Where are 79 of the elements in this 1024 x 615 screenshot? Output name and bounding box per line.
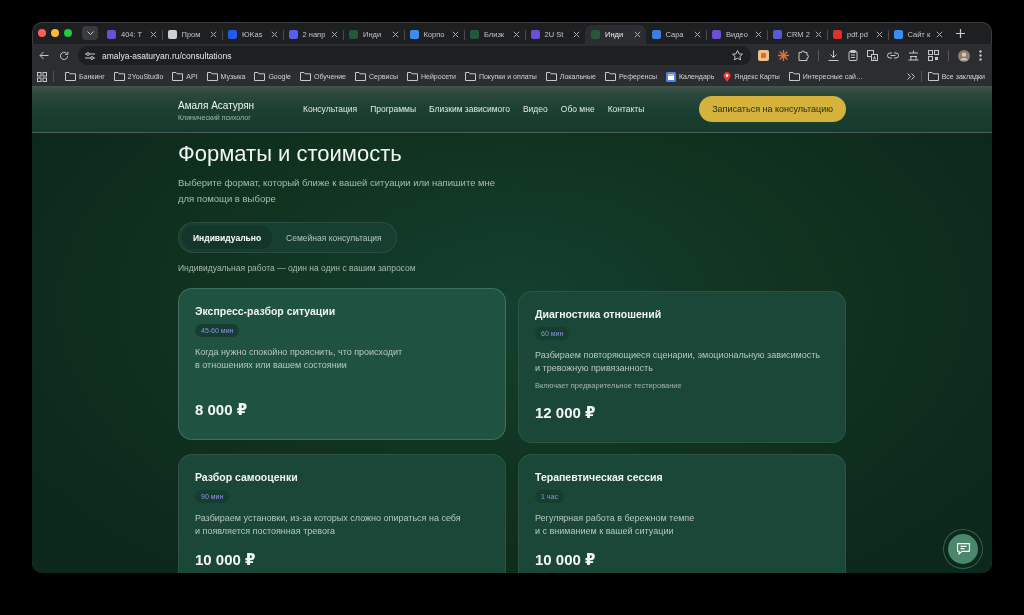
folder-icon (407, 72, 418, 81)
map-pin-icon (723, 71, 732, 82)
close-icon[interactable] (754, 31, 762, 38)
menu-icon[interactable] (979, 50, 982, 61)
card-title: Разбор самооценки (195, 470, 298, 484)
folder-icon (113, 72, 125, 81)
folder-icon (464, 72, 476, 81)
translate-icon[interactable] (867, 50, 878, 61)
close-icon[interactable] (936, 31, 943, 38)
booking-button[interactable]: Записаться на консультацию (699, 96, 846, 122)
chat-icon (956, 543, 970, 555)
qr-code-icon[interactable] (928, 50, 939, 61)
nav-link[interactable]: Видео (522, 104, 548, 114)
link-icon[interactable] (887, 52, 899, 59)
close-icon[interactable] (512, 31, 520, 38)
sparkle-icon[interactable] (778, 50, 789, 61)
format-tab[interactable]: Семейная консультация (275, 226, 393, 249)
card-description: Когда нужно спокойно прояснить, что происходит в отношениях или вашем состоянии (195, 346, 403, 372)
folder-icon (206, 72, 218, 81)
star-icon[interactable] (731, 50, 743, 61)
apps-icon[interactable] (37, 71, 47, 82)
folder-icon (254, 72, 266, 81)
format-tab[interactable]: Индивидуально (182, 226, 273, 249)
folder-icon (788, 72, 800, 81)
extension-tile-icon[interactable] (758, 50, 769, 61)
nav-link[interactable]: Обо мне (560, 104, 595, 114)
close-icon[interactable] (875, 31, 883, 38)
card-price: 10 000 ₽ (535, 550, 596, 570)
back-icon[interactable] (39, 51, 49, 60)
folder-icon (927, 72, 939, 81)
brand-name[interactable]: Амаля Асатурян (178, 99, 255, 112)
folder-icon (299, 72, 311, 81)
folder-icon (354, 72, 366, 81)
double-chevron-icon[interactable] (906, 73, 915, 80)
close-icon[interactable] (573, 31, 580, 38)
card-description: Регулярная работа в бережном темпе и с вниманием к вашей ситуации (535, 512, 695, 538)
card-price: 12 000 ₽ (535, 403, 596, 423)
window-close-icon[interactable] (38, 29, 46, 37)
card-title: Экспресс-разбор ситуации (195, 304, 336, 318)
avatar-icon[interactable] (958, 49, 970, 62)
card-price: 10 000 ₽ (195, 550, 256, 570)
card-title: Терапевтическая сессия (535, 470, 663, 484)
card-description: Разбираем установки, из-за которых сложно опираться на себя и появляется постоянная тревога (195, 512, 461, 538)
folder-icon (172, 72, 184, 81)
puzzle-icon[interactable] (798, 50, 809, 61)
folder-icon (545, 72, 557, 81)
folder-icon (604, 72, 616, 81)
calendar-icon (666, 71, 676, 82)
download-icon[interactable] (828, 50, 839, 61)
section-subtitle: Выберите формат, который ближе к вашей ситуации или напишите мне для помощи в выборе (178, 176, 496, 206)
close-icon[interactable] (270, 31, 278, 38)
close-icon[interactable] (694, 31, 701, 38)
plus-icon[interactable] (956, 28, 965, 38)
close-icon[interactable] (331, 31, 338, 38)
window-zoom-icon[interactable] (64, 29, 72, 37)
nav-link[interactable]: Консультация (303, 104, 358, 114)
close-icon[interactable] (815, 31, 822, 38)
format-note: Индивидуальная работа — один на один с вашим запросом (178, 262, 416, 274)
window-minimize-icon[interactable] (51, 29, 59, 37)
folder-icon (65, 72, 76, 81)
nav-link[interactable]: Контакты (607, 104, 645, 114)
section-title: Форматы и стоимость (178, 141, 402, 167)
card-title: Диагностика отношений (535, 307, 662, 321)
close-icon[interactable] (210, 31, 217, 38)
address-field[interactable]: amalya-asaturyan.ru/consultations (78, 46, 751, 65)
card-price: 8 000 ₽ (195, 400, 248, 420)
tab-search-button[interactable] (82, 26, 98, 40)
nav-link[interactable]: Программы (370, 104, 417, 114)
site-settings-icon[interactable] (85, 51, 95, 60)
close-icon[interactable] (391, 31, 399, 38)
lines-icon[interactable] (908, 50, 919, 61)
chevron-down-icon (86, 31, 94, 35)
nav-link[interactable]: Близким зависимого (429, 104, 510, 114)
clipboard-icon[interactable] (848, 50, 858, 61)
reload-icon[interactable] (59, 50, 69, 61)
close-icon[interactable] (633, 31, 641, 38)
close-icon[interactable] (149, 31, 157, 38)
close-icon[interactable] (452, 31, 459, 38)
card-description: Разбираем повторяющиеся сценарии, эмоциональную зависимость и тревожную привязанность (535, 349, 821, 375)
